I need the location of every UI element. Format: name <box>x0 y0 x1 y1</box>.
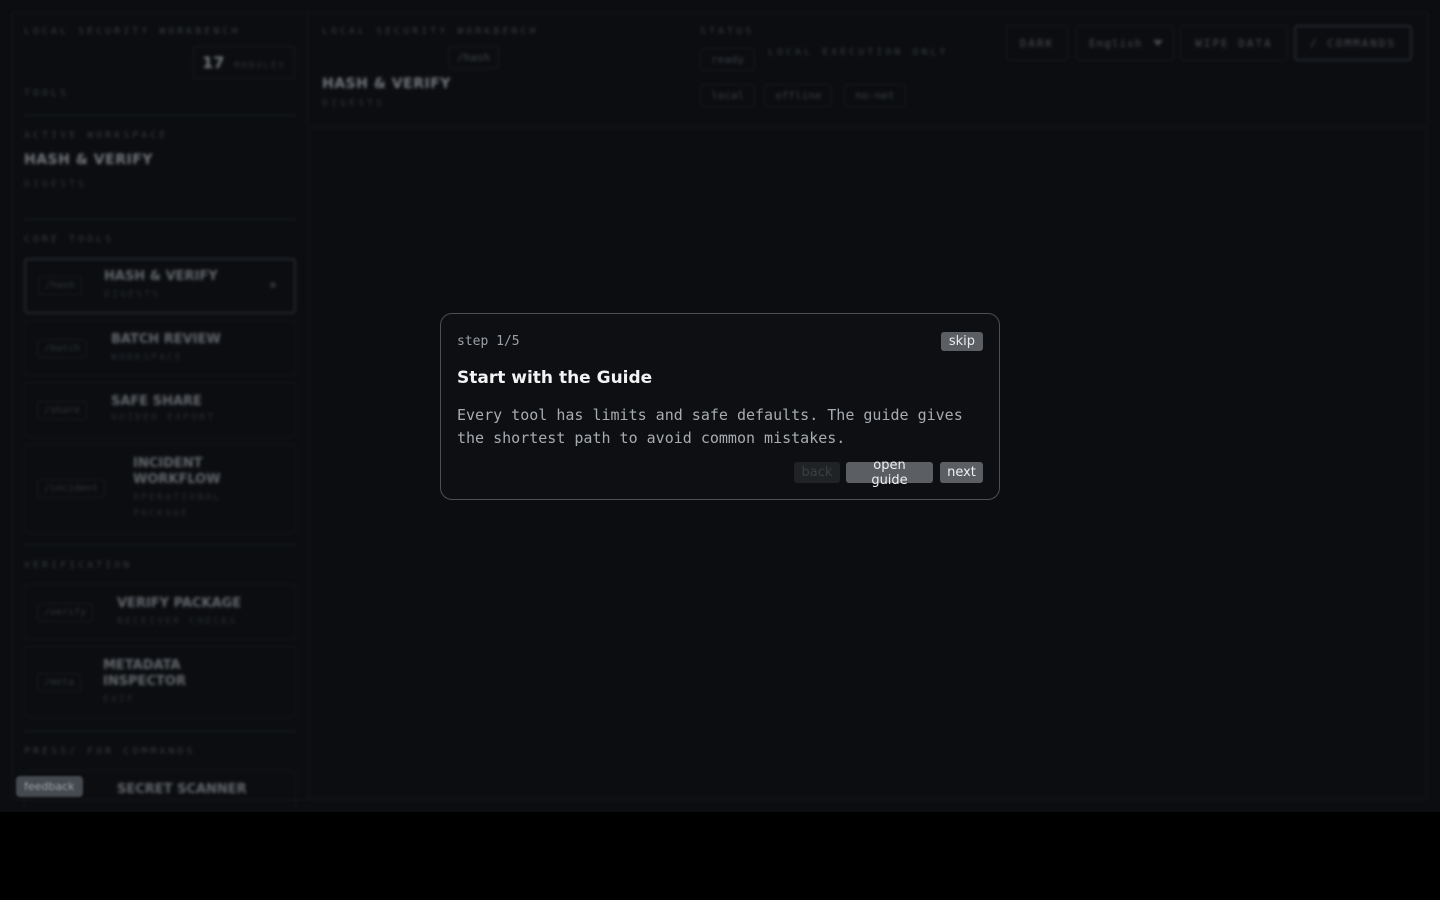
header-app-title: LOCAL SECURITY WORKBENCH <box>322 26 539 37</box>
commands-hint: PRESS/ FOR COMMANDS <box>24 746 196 757</box>
dialog-body: Every tool has limits and safe defaults.… <box>457 406 963 447</box>
active-workspace-label: ACTIVE WORKSPACE <box>24 130 169 141</box>
tool-command: /incident <box>37 479 106 498</box>
tool-incident-workflow[interactable]: /incident INCIDENT WORKFLOW OPERATIONAL … <box>24 444 296 534</box>
tool-name: INCIDENT WORKFLOW <box>133 456 221 487</box>
language-select[interactable]: English <box>1076 25 1174 61</box>
open-guide-button[interactable]: open guide <box>846 458 933 488</box>
active-workspace-name: HASH & VERIFY <box>24 152 153 168</box>
app-background: LOCAL SECURITY WORKBENCH 17 MODULES TOOL… <box>0 0 1440 812</box>
status-ready-badge: ready <box>700 48 756 71</box>
tool-metadata-inspector[interactable]: /meta METADATA INSPECTOR EXIF <box>24 646 296 718</box>
next-button[interactable]: next <box>940 462 983 483</box>
divider <box>24 114 296 116</box>
tool-command: /share <box>37 401 88 420</box>
language-value: English <box>1089 36 1143 50</box>
tool-desc: GUIDED EXPORT <box>111 412 216 423</box>
tool-desc: OPERATIONAL PACKAGE <box>133 492 222 519</box>
module-count-label: MODULES <box>234 61 286 71</box>
commands-button[interactable]: / COMMANDS <box>1294 25 1412 61</box>
tool-hash-verify[interactable]: /hash HASH & VERIFY DIGESTS <box>24 258 296 314</box>
tool-desc: WORKSPACE <box>111 352 184 363</box>
step-indicator: step 1/5 <box>457 334 520 349</box>
tool-command: /meta <box>37 673 82 692</box>
tool-batch-review[interactable]: /batch BATCH REVIEW WORKSPACE <box>24 320 296 376</box>
divider <box>24 218 296 220</box>
pill-offline: offline <box>764 84 833 107</box>
theme-toggle-button[interactable]: DARK <box>1006 25 1068 61</box>
tool-name: VERIFY PACKAGE <box>117 596 242 611</box>
back-button[interactable]: back <box>794 462 840 483</box>
active-dot-icon <box>270 282 276 288</box>
tools-label: TOOLS <box>24 88 70 99</box>
tool-command: /hash <box>38 276 83 295</box>
module-count: 17 <box>202 53 225 72</box>
skip-button[interactable]: skip <box>940 332 983 351</box>
sidebar: LOCAL SECURITY WORKBENCH 17 MODULES TOOL… <box>12 12 308 810</box>
dialog-title: Start with the Guide <box>457 368 653 388</box>
divider <box>24 544 296 546</box>
divider <box>24 730 296 732</box>
page-subtitle: DIGESTS <box>322 98 386 109</box>
sidebar-app-title: LOCAL SECURITY WORKBENCH <box>24 26 241 37</box>
core-tools-label: CORE TOOLS <box>24 234 115 245</box>
tool-name: HASH & VERIFY <box>104 269 218 284</box>
local-only-note: LOCAL EXECUTION ONLY <box>768 47 949 58</box>
onboarding-dialog: step 1/5 skip Start with the Guide Every… <box>440 313 1000 500</box>
active-workspace-sub: DIGESTS <box>24 179 88 190</box>
module-count-badge: 17 MODULES <box>193 46 295 79</box>
tool-name: SAFE SHARE <box>111 394 202 409</box>
tool-name: METADATA INSPECTOR <box>103 658 186 689</box>
command-badge: /hash <box>448 46 500 69</box>
chevron-down-icon <box>1153 40 1163 46</box>
top-bar: LOCAL SECURITY WORKBENCH /hash HASH & VE… <box>308 12 1428 126</box>
tool-verify-package[interactable]: /verify VERIFY PACKAGE RECEIVER CHECKS <box>24 584 296 640</box>
tool-name: SECRET SCANNER <box>117 782 247 797</box>
page-title: HASH & VERIFY <box>322 76 451 92</box>
tool-name: BATCH REVIEW <box>111 332 221 347</box>
verification-label: VERIFICATION <box>24 560 133 571</box>
tool-desc: EXIF <box>103 694 136 705</box>
status-label: STATUS <box>700 26 755 37</box>
tool-command: /verify <box>37 603 94 622</box>
feedback-button[interactable]: feedback <box>16 776 83 797</box>
tool-desc: DIGESTS <box>104 289 161 300</box>
pill-no-net: no-net <box>844 84 906 107</box>
tool-desc: RECEIVER CHECKS <box>117 616 238 627</box>
tool-safe-share[interactable]: /share SAFE SHARE GUIDED EXPORT <box>24 382 296 438</box>
wipe-data-button[interactable]: WIPE DATA <box>1180 25 1288 61</box>
pill-local: local <box>700 84 756 107</box>
tool-command: /batch <box>37 339 88 358</box>
